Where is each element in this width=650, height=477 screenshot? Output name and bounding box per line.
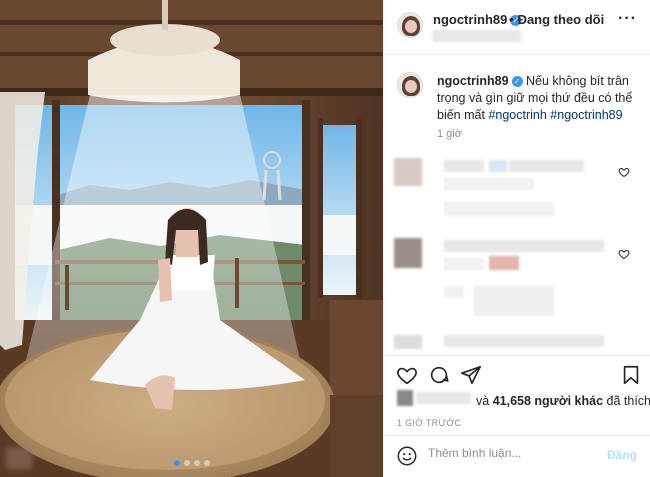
photo-illustration — [0, 0, 383, 477]
comment-item — [394, 158, 639, 228]
carousel-dot-active — [173, 460, 180, 466]
avatar[interactable] — [397, 12, 423, 38]
caption-time: 1 giờ — [437, 128, 462, 140]
hashtag-link[interactable]: #ngoctrinh89 — [550, 108, 622, 122]
post-comment-button[interactable]: Đăng — [607, 448, 637, 462]
follow-status[interactable]: • Đang theo dõi — [509, 12, 604, 27]
hashtag-link[interactable]: #ngoctrinh — [488, 108, 546, 122]
add-comment-bar: Đăng — [384, 435, 650, 477]
follow-button[interactable]: Đang theo dõi — [518, 12, 605, 27]
caption-username[interactable]: ngoctrinh89 — [437, 74, 509, 88]
post-timestamp[interactable]: 1 GIỜ TRƯỚC — [397, 418, 461, 428]
carousel-indicator — [0, 460, 383, 466]
share-icon[interactable] — [460, 364, 482, 386]
blurred-liker-name — [416, 392, 471, 404]
more-options-icon[interactable]: ··· — [618, 10, 637, 28]
likes-connector: và — [476, 394, 490, 408]
like-summary[interactable]: và 41,658 người khác đã thích — [476, 394, 650, 408]
verified-badge-icon: ✓ — [511, 76, 523, 88]
blurred-location — [433, 30, 521, 42]
carousel-dot — [183, 460, 190, 466]
comment-like-icon[interactable] — [618, 166, 630, 178]
caption: ngoctrinh89 ✓ Nếu không bít trân trọng và… — [437, 73, 637, 124]
post-header: ngoctrinh89 ✓ • Đang theo dõi ··· — [384, 0, 650, 55]
comment-input[interactable] — [428, 446, 598, 460]
carousel-dot — [203, 460, 210, 466]
bookmark-icon[interactable] — [620, 364, 642, 386]
action-bar: và 41,658 người khác đã thích 1 GIỜ TRƯỚ… — [384, 355, 650, 477]
comment-like-icon[interactable] — [618, 248, 630, 260]
comment-item — [394, 238, 639, 328]
heart-icon[interactable] — [396, 364, 418, 386]
comment-icon[interactable] — [428, 364, 450, 386]
likes-suffix: đã thích — [606, 394, 650, 408]
comment-item — [394, 335, 639, 351]
likes-count[interactable]: 41,658 người khác — [493, 394, 603, 408]
post-photo[interactable] — [0, 0, 383, 477]
smiley-icon[interactable] — [396, 445, 418, 467]
username-link[interactable]: ngoctrinh89 — [433, 12, 507, 27]
liker-avatar — [397, 390, 413, 406]
follow-separator: • — [509, 12, 514, 27]
post-sidebar: ngoctrinh89 ✓ • Đang theo dõi ··· ngoctrin… — [383, 0, 650, 477]
caption-avatar[interactable] — [397, 72, 423, 98]
carousel-dot — [193, 460, 200, 466]
